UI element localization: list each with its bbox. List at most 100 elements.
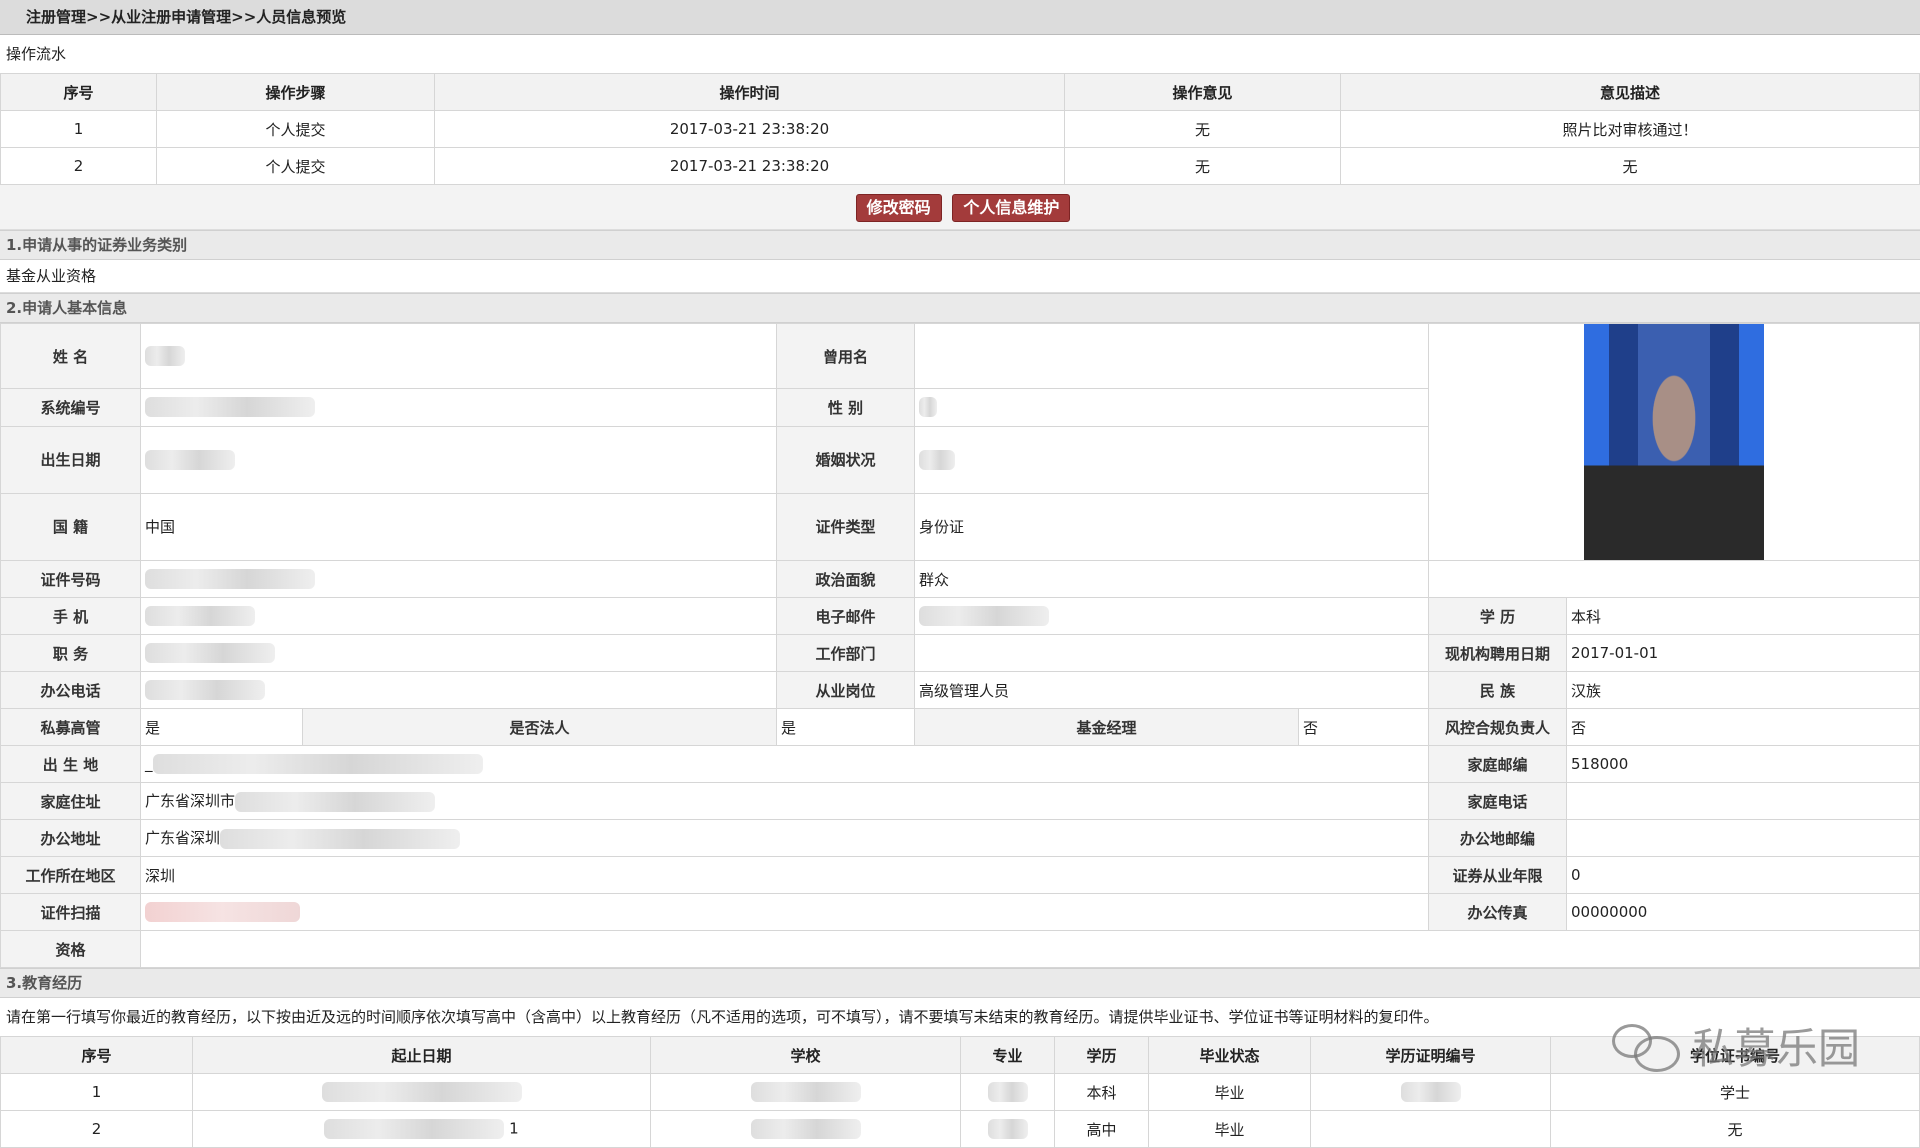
section-title: 1.申请从事的证券业务类别 [0, 230, 1920, 260]
table-row: 1 本科 毕业 学士 [0, 1073, 1920, 1111]
cell: 1 [0, 110, 157, 148]
label: 职 务 [0, 634, 141, 672]
column-header: 意见描述 [1340, 73, 1920, 111]
label: 系统编号 [0, 388, 141, 427]
birthplace-value: _ [140, 745, 1429, 783]
birth-date-value [140, 425, 777, 494]
label: 风控合规负责人 [1428, 708, 1567, 746]
column-header: 序号 [0, 73, 157, 111]
applicant-photo [1584, 324, 1764, 560]
cell: 毕业 [1148, 1073, 1311, 1111]
label: 从业岗位 [776, 671, 915, 709]
cell: 照片比对审核通过！ [1340, 110, 1920, 148]
qualification-value [140, 930, 1920, 968]
label: 电子邮件 [776, 597, 915, 635]
office-phone-value [140, 671, 777, 709]
name-value [140, 322, 777, 390]
cell: 本科 [1054, 1073, 1149, 1111]
column-header: 专业 [960, 1036, 1055, 1074]
label: 证件类型 [776, 492, 915, 562]
cell: 个人提交 [156, 110, 435, 148]
label: 工作部门 [776, 634, 915, 672]
label: 证券从业年限 [1428, 856, 1567, 894]
department-value [914, 634, 1429, 672]
work-region-value: 深圳 [140, 856, 1429, 894]
column-header: 毕业状态 [1148, 1036, 1311, 1074]
cell [960, 1110, 1055, 1148]
nationality-value: 中国 [140, 492, 777, 562]
watermark: 私募乐园 [1611, 1015, 1860, 1076]
table-row: 2 1 高中 毕业 无 [0, 1110, 1920, 1148]
pe-exec-value: 是 [140, 708, 303, 746]
education-value: 本科 [1566, 597, 1920, 635]
column-header: 学历证明编号 [1310, 1036, 1551, 1074]
cell [960, 1073, 1055, 1111]
cell: 2 [0, 1110, 193, 1148]
cell [192, 1073, 651, 1111]
cell: 毕业 [1148, 1110, 1311, 1148]
cell: 无 [1064, 110, 1341, 148]
home-address-value: 广东省深圳市 [140, 782, 1429, 820]
label: 办公电话 [0, 671, 141, 709]
cell: 1 [192, 1110, 651, 1148]
label: 办公传真 [1428, 893, 1567, 931]
position-value [140, 634, 777, 672]
label: 现机构聘用日期 [1428, 634, 1567, 672]
label: 出生日期 [0, 425, 141, 494]
system-no-value [140, 388, 777, 427]
label: 家庭住址 [0, 782, 141, 820]
label: 性 别 [776, 388, 915, 427]
email-value [914, 597, 1429, 635]
label: 政治面貌 [776, 560, 915, 598]
years-value: 0 [1566, 856, 1920, 894]
cell: 高中 [1054, 1110, 1149, 1148]
fund-manager-value: 否 [1298, 708, 1429, 746]
cell: 2 [0, 147, 157, 185]
id-type-value: 身份证 [914, 492, 1429, 562]
label: 姓 名 [0, 322, 141, 390]
label: 证件号码 [0, 560, 141, 598]
column-header: 操作步骤 [156, 73, 435, 111]
personal-info-button[interactable]: 个人信息维护 [952, 194, 1071, 222]
cell: 个人提交 [156, 147, 435, 185]
label: 私募高管 [0, 708, 141, 746]
column-header: 操作意见 [1064, 73, 1341, 111]
change-password-button[interactable]: 修改密码 [855, 194, 942, 222]
cell: 无 [1550, 1110, 1920, 1148]
operation-flow-table: 序号 操作步骤 操作时间 操作意见 意见描述 1 个人提交 2017-03-21… [0, 73, 1920, 185]
label: 出 生 地 [0, 745, 141, 783]
photo-cell [1428, 323, 1920, 561]
table-row: 2 个人提交 2017-03-21 23:38:20 无 无 [0, 147, 1920, 185]
label: 国 籍 [0, 492, 141, 562]
former-name-value [914, 322, 1429, 390]
label: 基金经理 [914, 708, 1299, 746]
political-value: 群众 [914, 560, 1429, 598]
gender-value [914, 388, 1429, 427]
empty-cell [1428, 560, 1920, 598]
label: 工作所在地区 [0, 856, 141, 894]
label: 是否法人 [302, 708, 777, 746]
label: 家庭电话 [1428, 782, 1567, 820]
cell: 1 [0, 1073, 193, 1111]
section-title: 3.教育经历 [0, 968, 1920, 998]
cert-scan-value[interactable] [140, 893, 1429, 931]
risk-head-value: 否 [1566, 708, 1920, 746]
watermark-text: 私募乐园 [1691, 1024, 1860, 1073]
column-header: 操作时间 [434, 73, 1065, 111]
column-header: 起止日期 [192, 1036, 651, 1074]
basic-info-table: 姓 名 曾用名 系统编号 性 别 出生日期 婚姻状况 国 籍 中国 证件类型 身… [0, 322, 1920, 968]
cell [1310, 1110, 1551, 1148]
ethnicity-value: 汉族 [1566, 671, 1920, 709]
column-header: 学历 [1054, 1036, 1149, 1074]
breadcrumb: 注册管理>>从业注册申请管理>>人员信息预览 [0, 0, 1920, 35]
label: 学 历 [1428, 597, 1567, 635]
hire-date-value: 2017-01-01 [1566, 634, 1920, 672]
label: 手 机 [0, 597, 141, 635]
cell: 2017-03-21 23:38:20 [434, 110, 1065, 148]
mobile-value [140, 597, 777, 635]
home-zip-value: 518000 [1566, 745, 1920, 783]
section-title: 2.申请人基本信息 [0, 293, 1920, 323]
id-no-value [140, 560, 777, 598]
label: 证件扫描 [0, 893, 141, 931]
job-post-value: 高级管理人员 [914, 671, 1429, 709]
